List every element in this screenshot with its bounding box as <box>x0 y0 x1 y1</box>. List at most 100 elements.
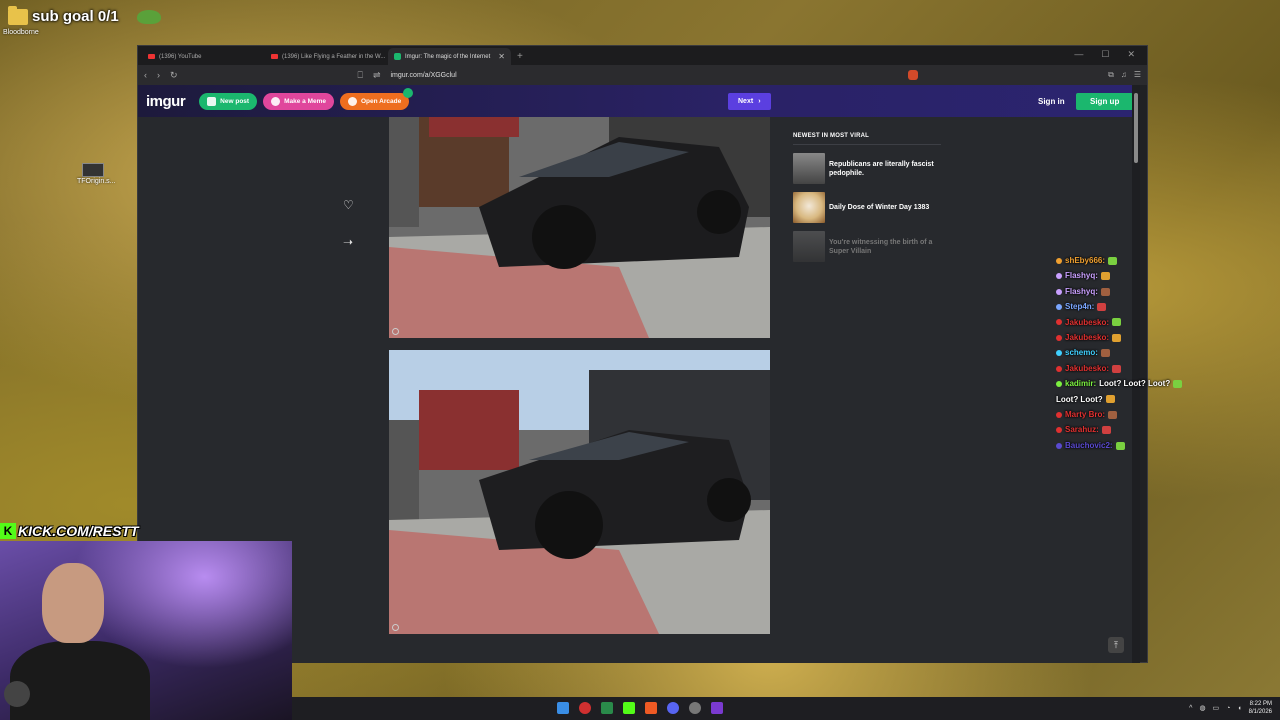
webcam-feed <box>0 541 292 720</box>
open-arcade-button[interactable]: Open Arcade <box>340 87 414 110</box>
network-icon[interactable]: ◔ <box>1226 705 1230 712</box>
discord-icon[interactable] <box>667 702 679 714</box>
viral-thumbnail <box>793 231 825 262</box>
close-window-icon[interactable]: ✕ <box>1127 49 1135 60</box>
new-post-button[interactable]: New post <box>199 92 258 110</box>
chat-message: Jakubesko: <box>1056 361 1280 376</box>
chat-badge-icon <box>1056 411 1062 418</box>
monitor-icon[interactable]: ▭ <box>1213 704 1220 712</box>
desktop-icon2-label[interactable]: TFOrigin.s... <box>77 178 116 185</box>
kick-app-icon[interactable] <box>623 702 635 714</box>
tab-label: Imgur: The magic of the Internet <box>405 53 491 60</box>
clock[interactable]: 8:22 PM 8/1/2026 <box>1249 700 1272 716</box>
viral-item-title: Daily Dose of Winter Day 1383 <box>829 204 930 211</box>
post-image[interactable] <box>389 350 770 634</box>
chat-message: Jakubesko: <box>1056 330 1280 345</box>
brave-browser-icon[interactable] <box>645 702 657 714</box>
minimize-icon[interactable]: — <box>1074 49 1083 60</box>
chat-message: schemo: <box>1056 345 1280 360</box>
chat-badge-icon <box>1056 334 1062 341</box>
viral-thumbnail <box>793 192 825 223</box>
chat-username: Marty Bro: <box>1065 410 1106 420</box>
kick-logo-icon: K <box>0 523 16 539</box>
chat-emote-icon <box>1108 410 1118 419</box>
post-image[interactable] <box>389 117 770 338</box>
microphone-icon[interactable]: ◍ <box>1199 704 1205 712</box>
viral-heading: NEWEST IN MOST VIRAL <box>793 133 869 139</box>
share-icon[interactable]: ➝ <box>343 235 353 249</box>
image-info-icon[interactable] <box>392 624 399 631</box>
kick-banner: K KICK.COM/RESTT <box>0 523 139 539</box>
chat-emote-icon <box>1112 364 1122 373</box>
viral-item-title: Republicans are literally fascist pedoph… <box>829 160 934 177</box>
imgur-logo[interactable]: imgur <box>146 93 186 110</box>
site-info-icon[interactable]: ⇌ <box>373 70 381 81</box>
image-info-icon[interactable] <box>392 328 399 335</box>
open-arcade-label: Open Arcade <box>361 97 402 105</box>
clock-date: 8/1/2026 <box>1248 709 1272 715</box>
kick-url: KICK.COM/RESTT <box>18 523 139 539</box>
app-icon[interactable] <box>711 702 723 714</box>
sign-up-button[interactable]: Sign up <box>1076 93 1134 110</box>
chat-message: shEby666: <box>1056 253 1280 268</box>
viral-item[interactable]: Daily Dose of Winter Day 1383 <box>793 192 943 223</box>
xbox-icon[interactable] <box>601 702 613 714</box>
chat-message: Flashyq: <box>1056 284 1280 299</box>
cybertruck-photo <box>389 117 770 338</box>
windows-start-icon[interactable] <box>557 702 569 714</box>
sign-in-link[interactable]: Sign in <box>1038 97 1065 106</box>
chat-emote-icon <box>1108 256 1118 265</box>
chat-message: Sarahuz: <box>1056 422 1280 437</box>
volume-icon[interactable]: ◖ <box>1237 705 1241 712</box>
mascot-icon <box>4 681 30 707</box>
gamepad-icon <box>348 96 357 106</box>
back-icon[interactable]: ‹ <box>144 70 147 80</box>
tab-youtube-video[interactable]: (1396) Like Flying a Feather in the W... <box>265 48 388 65</box>
tab-imgur[interactable]: Imgur: The magic of the Internet ✕ <box>388 48 511 65</box>
chat-message: Flashyq: <box>1056 268 1280 283</box>
scrollbar-thumb[interactable] <box>1134 93 1138 163</box>
toolbar-icons: ⧉ ♫ ☰ <box>1108 70 1141 80</box>
chat-emote-icon <box>1101 426 1111 435</box>
next-post-button[interactable]: Next › <box>728 93 771 110</box>
close-tab-icon[interactable]: ✕ <box>498 52 505 61</box>
menu-icon[interactable]: ☰ <box>1134 70 1141 80</box>
media-icon[interactable]: ♫ <box>1121 70 1127 80</box>
chat-emote-icon <box>1112 333 1122 342</box>
chat-username: Jakubesko: <box>1065 363 1110 373</box>
make-meme-button[interactable]: Make a Meme <box>263 92 334 110</box>
maximize-icon[interactable]: ☐ <box>1101 49 1109 60</box>
url-input[interactable]: imgur.com/a/XGGclul <box>391 72 899 79</box>
chat-username: Flashyq: <box>1065 286 1098 296</box>
tab-youtube[interactable]: (1396) YouTube <box>142 48 265 65</box>
chat-emote-icon <box>1173 379 1183 388</box>
arcade-new-badge <box>403 87 414 98</box>
viral-item[interactable]: You're witnessing the birth of a Super V… <box>793 231 943 262</box>
chat-username: Jakubesko: <box>1065 317 1110 327</box>
tray-chevron-icon[interactable]: ^ <box>1189 705 1192 712</box>
viral-item[interactable]: Republicans are literally fascist pedoph… <box>793 153 943 184</box>
obs-icon[interactable] <box>689 702 701 714</box>
bookmark-icon[interactable]: ⎕ <box>358 70 363 81</box>
chat-badge-icon <box>1056 350 1062 357</box>
chat-emote-icon <box>1100 287 1110 296</box>
chat-badge-icon <box>1056 427 1062 434</box>
maps-icon[interactable] <box>579 702 591 714</box>
chat-emote-icon <box>1097 302 1107 311</box>
folder-icon[interactable] <box>8 5 28 25</box>
app-shortcut-icon[interactable] <box>82 163 104 177</box>
desktop-icon-label[interactable]: Bloodborne <box>3 29 39 36</box>
chat-badge-icon <box>1056 319 1062 326</box>
forward-icon[interactable]: › <box>157 70 160 80</box>
pepe-emote-icon <box>136 9 161 24</box>
reload-icon[interactable]: ↻ <box>170 70 178 81</box>
heart-icon[interactable]: ♡ <box>343 198 354 212</box>
shield-extension-icon[interactable] <box>908 70 919 80</box>
make-meme-label: Make a Meme <box>284 97 326 105</box>
new-tab-icon[interactable]: + <box>511 48 529 65</box>
extensions-icon[interactable]: ⧉ <box>1108 70 1114 80</box>
chat-badge-icon <box>1056 442 1062 449</box>
chat-text: Loot? Loot? Loot? <box>1099 379 1171 389</box>
chat-message: Loot? Loot? <box>1056 392 1280 407</box>
scroll-to-top-button[interactable]: ⤒ <box>1108 637 1124 653</box>
